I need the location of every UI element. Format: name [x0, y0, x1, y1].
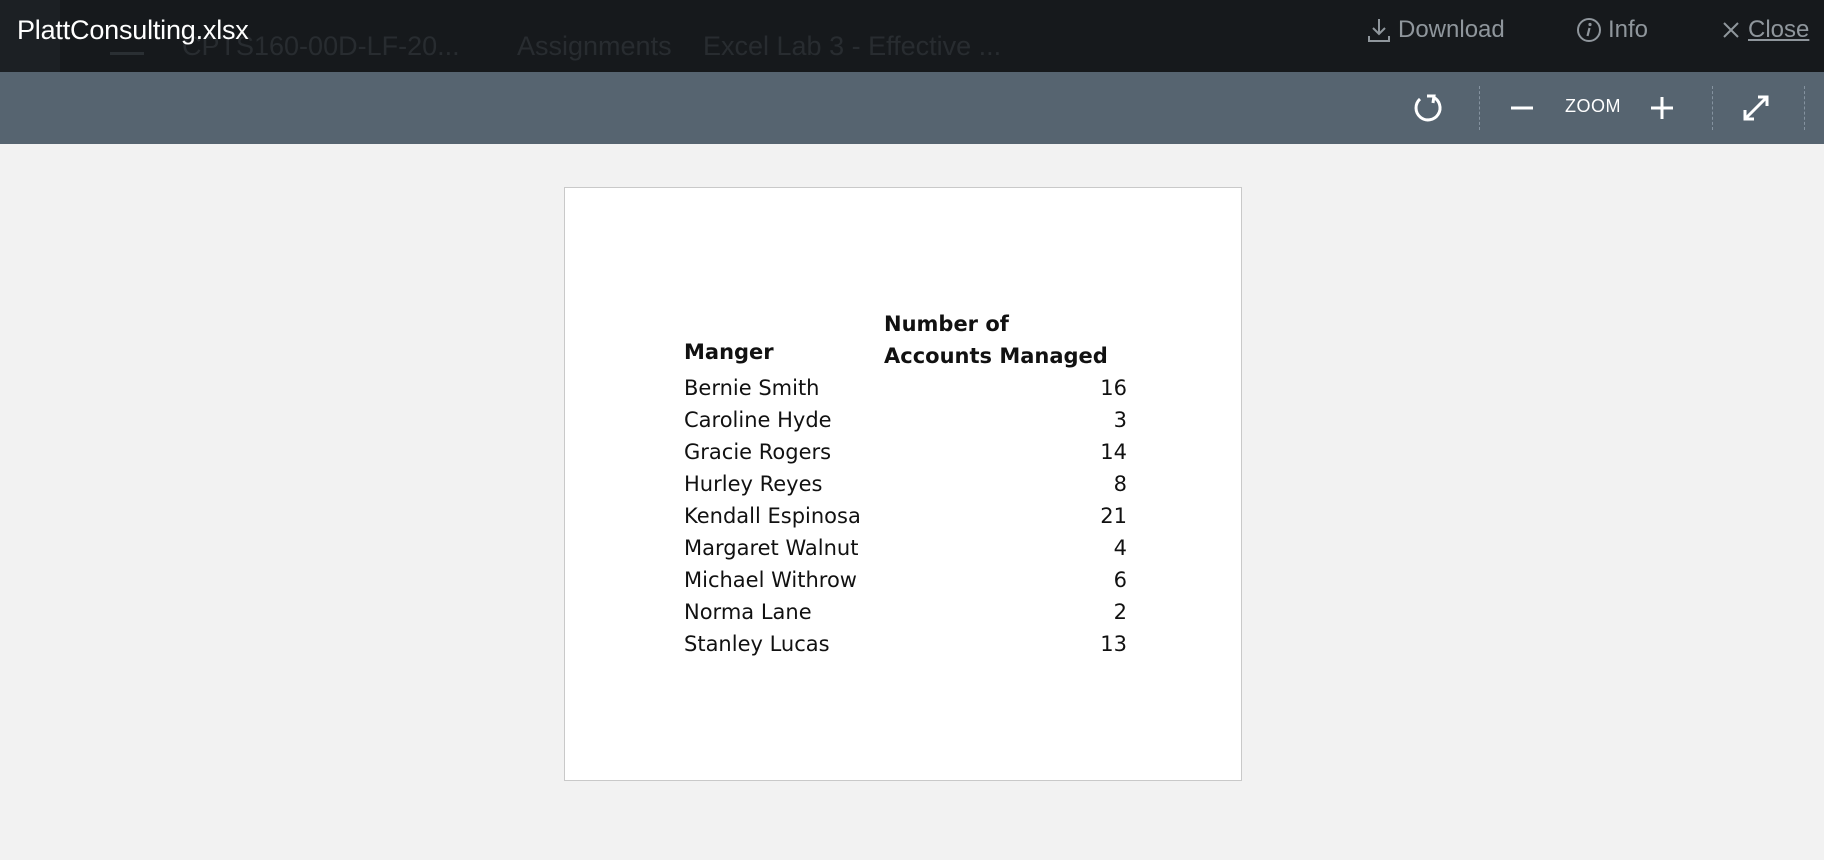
spreadsheet-preview-page: Manger Number of Accounts Managed Bernie… [564, 187, 1242, 781]
toolbar-separator [1712, 86, 1713, 130]
close-button[interactable]: Close [1720, 14, 1809, 46]
account-count-cell: 8 [1113, 472, 1127, 496]
viewer-header: CPTS160-00D-LF-20... Assignments Excel L… [0, 0, 1824, 72]
header-accounts-managed: Number of Accounts Managed [884, 312, 1108, 368]
download-button[interactable]: Download [1366, 14, 1505, 46]
account-count-cell: 6 [1113, 568, 1127, 592]
close-icon [1723, 22, 1739, 38]
fullscreen-button[interactable] [1738, 90, 1774, 126]
manager-name-cell: Margaret Walnut [684, 536, 859, 560]
download-label: Download [1398, 16, 1505, 43]
manager-name-cell: Caroline Hyde [684, 408, 832, 432]
file-title: PlattConsulting.xlsx [17, 15, 249, 45]
manager-name-cell: Hurley Reyes [684, 472, 823, 496]
account-count-cell: 4 [1113, 536, 1127, 560]
viewer-toolbar: ZOOM [0, 72, 1824, 144]
header-manager: Manger [684, 340, 774, 364]
account-count-cell: 3 [1113, 408, 1127, 432]
manager-name-cell: Kendall Espinosa [684, 504, 861, 528]
close-label: Close [1748, 16, 1810, 43]
manager-name-cell: Norma Lane [684, 600, 812, 624]
zoom-in-button[interactable] [1644, 90, 1680, 126]
toolbar-separator [1804, 86, 1805, 130]
zoom-in-icon [1651, 97, 1673, 119]
rotate-icon [1414, 94, 1442, 122]
background-current-page: Excel Lab 3 - Effective ... [703, 30, 1002, 61]
account-count-cell: 14 [1100, 440, 1127, 464]
account-count-cell: 13 [1100, 632, 1127, 656]
manager-name-cell: Stanley Lucas [684, 632, 830, 656]
download-icon [1368, 19, 1390, 42]
fullscreen-icon [1743, 95, 1769, 121]
manager-name-cell: Michael Withrow [684, 568, 857, 592]
background-menu-icon [110, 52, 144, 55]
background-assignments-link: Assignments [517, 30, 672, 61]
info-button[interactable]: Info [1576, 14, 1648, 46]
zoom-out-icon [1511, 106, 1533, 110]
manager-name-cell: Gracie Rogers [684, 440, 832, 464]
zoom-label: ZOOM [1565, 96, 1621, 116]
info-label: Info [1608, 16, 1649, 43]
rotate-button[interactable] [1410, 90, 1446, 126]
zoom-out-button[interactable] [1504, 90, 1540, 126]
info-icon [1577, 18, 1601, 42]
account-count-cell: 21 [1100, 504, 1127, 528]
account-count-cell: 2 [1113, 600, 1127, 624]
manager-name-cell: Bernie Smith [684, 376, 820, 400]
toolbar-separator [1479, 86, 1480, 130]
account-count-cell: 16 [1100, 376, 1127, 400]
